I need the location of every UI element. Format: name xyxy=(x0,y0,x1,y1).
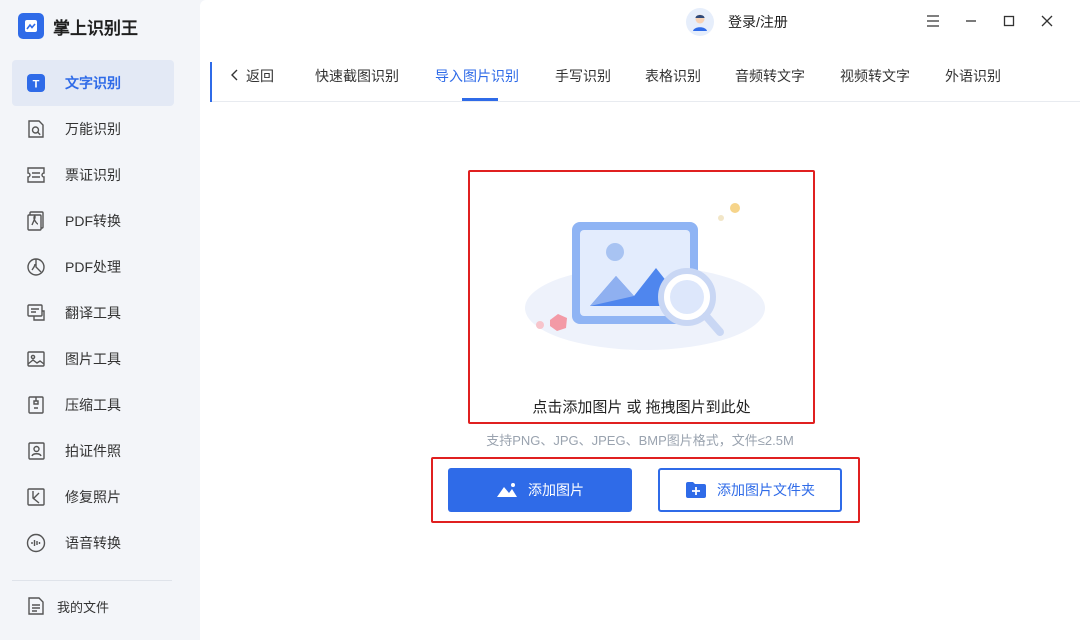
ticket-icon xyxy=(23,162,49,188)
add-folder-label: 添加图片文件夹 xyxy=(717,482,815,498)
sidebar-item-label: 修复照片 xyxy=(65,489,121,505)
sidebar-nav: T 文字识别 万能识别 票证识别 PDF转换 PDF处理 翻译工具 图片工具 压… xyxy=(12,60,174,566)
translate-icon xyxy=(23,300,49,326)
add-image-button[interactable]: 添加图片 xyxy=(448,468,632,512)
add-image-label: 添加图片 xyxy=(528,482,584,498)
svg-text:T: T xyxy=(33,79,40,91)
active-tab-underline xyxy=(462,98,498,101)
sidebar-item-label: 图片工具 xyxy=(65,351,121,367)
folder-plus-icon xyxy=(685,481,707,499)
close-icon[interactable] xyxy=(1028,10,1066,32)
sidebar: 掌上识别王 T 文字识别 万能识别 票证识别 PDF转换 PDF处理 翻译工具 … xyxy=(0,0,200,640)
pdf-convert-icon xyxy=(23,208,49,234)
title-bar: 登录/注册 xyxy=(200,0,1080,44)
sidebar-item-label: PDF处理 xyxy=(65,259,121,275)
image-drop-zone[interactable]: 点击添加图片 或 拖拽图片到此处 xyxy=(468,170,815,424)
sidebar-item-label: PDF转换 xyxy=(65,213,121,229)
sidebar-item-label: 文字识别 xyxy=(65,75,121,91)
tab-bar: 返回 快速截图识别 导入图片识别 手写识别 表格识别 音频转文字 视频转文字 外… xyxy=(210,48,1080,102)
file-icon xyxy=(23,593,49,619)
sidebar-item-label: 压缩工具 xyxy=(65,397,121,413)
app-title: 掌上识别王 xyxy=(53,18,138,38)
tab-video-to-text[interactable]: 视频转文字 xyxy=(840,66,910,86)
add-folder-button[interactable]: 添加图片文件夹 xyxy=(658,468,842,512)
tab-foreign-language[interactable]: 外语识别 xyxy=(945,66,1001,86)
sidebar-item-label: 翻译工具 xyxy=(65,305,121,321)
login-button[interactable]: 登录/注册 xyxy=(686,8,788,36)
back-button[interactable]: 返回 xyxy=(230,66,274,86)
sidebar-item-compress[interactable]: 压缩工具 xyxy=(12,382,174,428)
sidebar-item-voice-convert[interactable]: 语音转换 xyxy=(12,520,174,566)
sidebar-item-id-photo[interactable]: 拍证件照 xyxy=(12,428,174,474)
sidebar-item-translate[interactable]: 翻译工具 xyxy=(12,290,174,336)
id-photo-icon xyxy=(23,438,49,464)
my-files-link[interactable]: 我的文件 xyxy=(23,593,109,619)
sidebar-item-image-tools[interactable]: 图片工具 xyxy=(12,336,174,382)
format-hint: 支持PNG、JPG、JPEG、BMP图片格式，文件≤2.5M xyxy=(486,433,794,448)
sidebar-item-label: 拍证件照 xyxy=(65,443,121,459)
sidebar-item-label: 语音转换 xyxy=(65,535,121,551)
universal-scan-icon xyxy=(23,116,49,142)
sidebar-item-pdf-process[interactable]: PDF处理 xyxy=(12,244,174,290)
my-files-label: 我的文件 xyxy=(57,599,110,615)
menu-icon[interactable] xyxy=(914,10,952,32)
window-controls xyxy=(914,10,1066,32)
tab-bar-accent xyxy=(210,62,212,102)
compress-icon xyxy=(23,392,49,418)
main-panel: 登录/注册 返回 快速截图识别 导入图片识别 手写识别 表格识别 音频转文字 视… xyxy=(200,0,1080,640)
upload-button-group: 添加图片 添加图片文件夹 xyxy=(431,457,860,523)
image-tools-icon xyxy=(23,346,49,372)
chevron-left-icon xyxy=(230,68,238,84)
repair-photo-icon xyxy=(23,484,49,510)
tab-audio-to-text[interactable]: 音频转文字 xyxy=(735,66,805,86)
mountain-image-icon xyxy=(496,482,518,498)
sidebar-item-label: 万能识别 xyxy=(65,121,121,137)
pdf-process-icon xyxy=(23,254,49,280)
minimize-icon[interactable] xyxy=(952,10,990,32)
tab-handwriting[interactable]: 手写识别 xyxy=(555,66,611,86)
image-upload-illustration-icon xyxy=(525,203,765,350)
tab-import-image[interactable]: 导入图片识别 xyxy=(435,66,519,86)
voice-convert-icon xyxy=(23,530,49,556)
sidebar-item-pdf-convert[interactable]: PDF转换 xyxy=(12,198,174,244)
sidebar-item-repair-photo[interactable]: 修复照片 xyxy=(12,474,174,520)
app-logo-icon xyxy=(18,13,44,39)
tab-table[interactable]: 表格识别 xyxy=(645,66,701,86)
sidebar-divider xyxy=(12,580,172,581)
tab-quick-screenshot[interactable]: 快速截图识别 xyxy=(315,66,399,86)
app-header: 掌上识别王 xyxy=(18,12,138,40)
maximize-icon[interactable] xyxy=(990,10,1028,32)
login-label: 登录/注册 xyxy=(728,14,788,30)
sidebar-item-ticket[interactable]: 票证识别 xyxy=(12,152,174,198)
sidebar-item-universal[interactable]: 万能识别 xyxy=(12,106,174,152)
sidebar-item-label: 票证识别 xyxy=(65,167,121,183)
avatar xyxy=(686,8,714,36)
text-recognition-icon: T xyxy=(23,70,49,96)
back-label: 返回 xyxy=(246,68,274,84)
sidebar-item-text-recognition[interactable]: T 文字识别 xyxy=(12,60,174,106)
drop-zone-text: 点击添加图片 或 拖拽图片到此处 xyxy=(532,399,751,416)
